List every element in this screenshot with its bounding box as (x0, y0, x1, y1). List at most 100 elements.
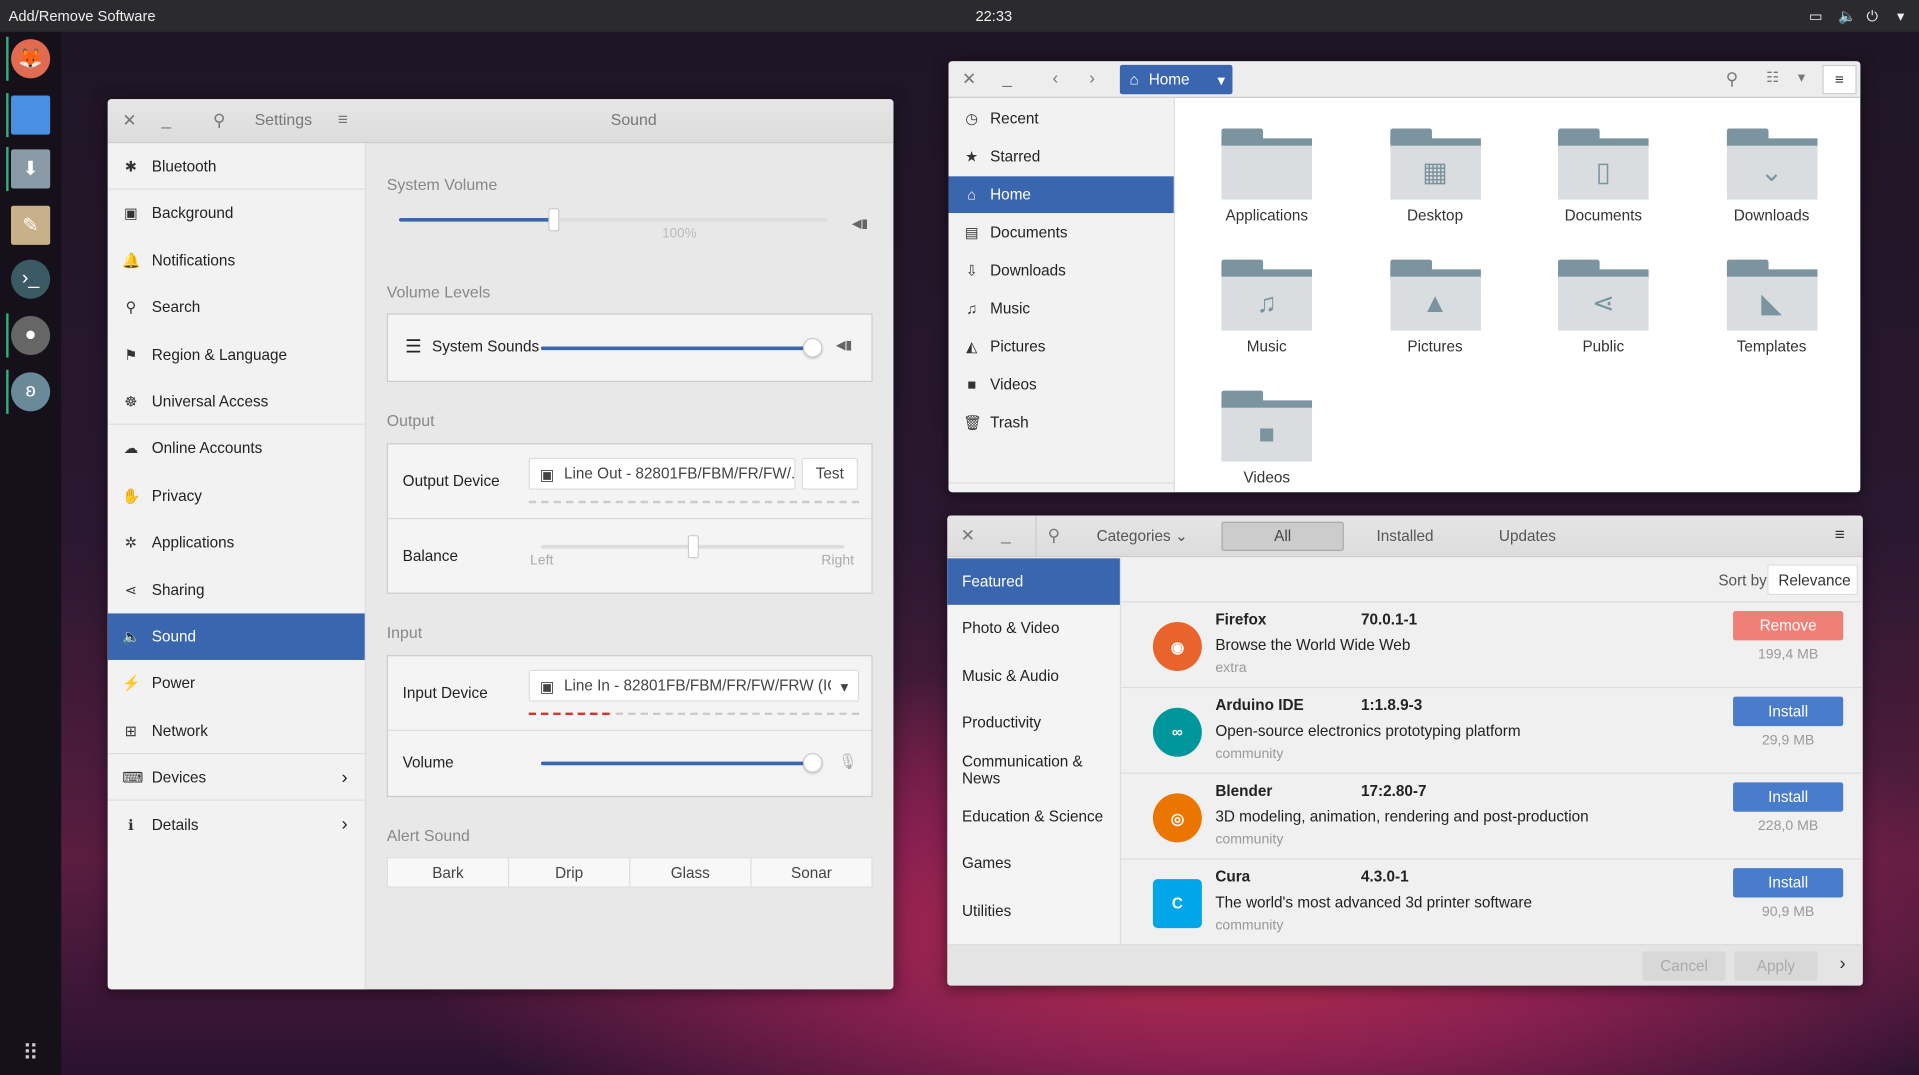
sidebar-item-sound[interactable]: 🔈Sound (108, 613, 365, 660)
list-view-icon[interactable]: ☷ (1766, 69, 1779, 86)
files-sidebar-mjro1812[interactable]: ◉MJRO1812⏏ (949, 490, 1174, 492)
volume-icon[interactable]: 🔈 (1838, 7, 1856, 24)
test-button[interactable]: Test (802, 458, 858, 490)
output-device-dropdown[interactable]: ▣Line Out - 82801FB/FBM/FR/FW/...▾ (529, 458, 796, 490)
minimize-icon[interactable]: _ (162, 109, 172, 129)
sidebar-item-universal-access[interactable]: ☸Universal Access (108, 378, 365, 425)
input-volume-handle[interactable] (803, 753, 823, 773)
files-sidebar-videos[interactable]: ■Videos (949, 366, 1174, 403)
folder-label: Public (1536, 338, 1671, 355)
remove-button[interactable]: Remove (1733, 611, 1843, 640)
install-button[interactable]: Install (1733, 868, 1843, 897)
files-sidebar-music[interactable]: ♫Music (949, 290, 1174, 327)
folder-public[interactable]: ⋖Public (1536, 260, 1671, 356)
files-icon[interactable] (11, 96, 50, 135)
folder-desktop[interactable]: ▦Desktop (1368, 129, 1503, 225)
sidebar-item-network[interactable]: ⊞Network (108, 707, 365, 754)
system-volume-handle[interactable] (548, 208, 559, 231)
input-device-dropdown[interactable]: ▣Line In - 82801FB/FBM/FR/FW/FRW (ICH6 F… (529, 670, 859, 702)
tab-all[interactable]: All (1221, 522, 1343, 551)
folder-videos[interactable]: ■Videos (1199, 391, 1334, 487)
clock[interactable]: 22:33 (975, 7, 1012, 24)
sidebar-item-privacy[interactable]: ✋Privacy (108, 472, 365, 519)
files-sidebar-pictures[interactable]: ◭Pictures (949, 328, 1174, 365)
sidebar-item-region-language[interactable]: ⚑Region & Language (108, 331, 365, 378)
input-volume-slider[interactable] (541, 762, 813, 766)
files-sidebar-recent[interactable]: ◷Recent (949, 100, 1174, 137)
sidebar-item-background[interactable]: ▣Background (108, 190, 365, 237)
search-icon[interactable]: ⚲ (1048, 525, 1061, 546)
files-sidebar-downloads[interactable]: ⇩Downloads (949, 252, 1174, 289)
app-row-blender[interactable]: ◎Blender17:2.80-73D modeling, animation,… (1121, 774, 1863, 860)
screen-icon[interactable]: ▭ (1809, 7, 1823, 24)
sort-dropdown[interactable]: Relevance▾ (1767, 564, 1858, 595)
forward-icon[interactable]: › (1089, 67, 1095, 87)
back-icon[interactable]: ‹ (1053, 67, 1059, 87)
sidebar-item-details[interactable]: ℹDetails› (108, 801, 365, 848)
tab-updates[interactable]: Updates (1466, 522, 1588, 551)
chevron-down-icon[interactable]: ▾ (1897, 7, 1904, 24)
chip-icon: ▣ (540, 676, 554, 694)
sidebar-item-search[interactable]: ⚲Search (108, 284, 365, 331)
category-featured[interactable]: Featured (947, 558, 1120, 605)
desktop-glyph-icon: ▦ (1390, 146, 1481, 200)
alert-sound-bark[interactable]: Bark (388, 858, 508, 886)
app-row-arduino-ide[interactable]: ∞Arduino IDE1:1.8.9-3Open-source electro… (1121, 688, 1863, 774)
close-icon[interactable]: ✕ (961, 525, 975, 546)
location-button[interactable]: ⌂Home▾ (1120, 65, 1233, 94)
folder-documents[interactable]: ▯Documents (1536, 129, 1671, 225)
chevron-down-icon[interactable]: ▾ (1798, 69, 1805, 86)
minimize-icon[interactable]: _ (1001, 524, 1011, 544)
settings-icon[interactable]: ● (11, 316, 50, 355)
files-sidebar-home[interactable]: ⌂Home (949, 176, 1174, 213)
balance-handle[interactable] (688, 535, 699, 558)
menu-button[interactable]: ≡ (1822, 65, 1856, 94)
search-icon[interactable]: ⚲ (213, 110, 226, 131)
text-editor-icon[interactable]: ✎ (11, 206, 50, 245)
minimize-icon[interactable]: _ (1002, 67, 1012, 87)
search-icon[interactable]: ⚲ (1726, 69, 1739, 90)
install-button[interactable]: Install (1733, 782, 1843, 811)
chevron-right-icon[interactable]: › (1840, 954, 1846, 975)
sidebar-item-applications[interactable]: ✲Applications (108, 519, 365, 566)
sidebar-item-notifications[interactable]: 🔔Notifications (108, 237, 365, 284)
alert-sound-drip[interactable]: Drip (508, 858, 629, 886)
software-manager-icon[interactable]: ⬇ (11, 149, 50, 188)
gnome-icon[interactable]: ʚ (11, 372, 50, 411)
system-sounds-slider[interactable] (541, 347, 813, 351)
folder-downloads[interactable]: ⌄Downloads (1704, 129, 1839, 225)
sidebar-item-devices[interactable]: ⌨Devices› (108, 754, 365, 801)
files-sidebar-trash[interactable]: 🗑Trash (949, 404, 1174, 441)
folder-music[interactable]: ♫Music (1199, 260, 1334, 356)
app-grid-icon[interactable]: ⠿ (11, 1033, 50, 1072)
alert-sound-sonar[interactable]: Sonar (750, 858, 871, 886)
tab-installed[interactable]: Installed (1344, 522, 1466, 551)
close-icon[interactable]: ✕ (962, 69, 976, 90)
apply-button[interactable]: Apply (1734, 951, 1817, 980)
folder-pictures[interactable]: ▲Pictures (1368, 260, 1503, 356)
install-button[interactable]: Install (1733, 697, 1843, 726)
sidebar-item-online-accounts[interactable]: ☁Online Accounts (108, 425, 365, 472)
files-sidebar-label: Starred (990, 148, 1040, 165)
system-sounds-handle[interactable] (803, 338, 823, 358)
firefox-icon[interactable]: 🦊 (11, 39, 50, 78)
chevron-right-icon: › (341, 814, 347, 835)
system-volume-slider[interactable] (399, 218, 827, 222)
files-sidebar-documents[interactable]: ▤Documents (949, 214, 1174, 251)
sidebar-item-sharing[interactable]: ⋖Sharing (108, 566, 365, 613)
menu-icon[interactable]: ≡ (338, 109, 348, 129)
power-icon[interactable]: ⏻ (1866, 7, 1878, 25)
sidebar-item-power[interactable]: ⚡Power (108, 660, 365, 707)
sidebar-item-bluetooth[interactable]: ✱Bluetooth (108, 143, 365, 190)
cancel-button[interactable]: Cancel (1642, 951, 1725, 980)
folder-applications[interactable]: Applications (1199, 129, 1334, 225)
menu-icon[interactable]: ≡ (1835, 524, 1845, 544)
files-sidebar-starred[interactable]: ★Starred (949, 138, 1174, 175)
app-row-firefox[interactable]: ◉Firefox70.0.1-1Browse the World Wide We… (1121, 602, 1863, 688)
categories-button[interactable]: Categories ⌄ (1097, 526, 1188, 544)
terminal-icon[interactable]: ›_ (11, 260, 50, 299)
app-row-cura[interactable]: CCura4.3.0-1The world's most advanced 3d… (1121, 860, 1863, 946)
folder-templates[interactable]: ◣Templates (1704, 260, 1839, 356)
close-icon[interactable]: ✕ (122, 110, 136, 131)
alert-sound-glass[interactable]: Glass (629, 858, 750, 886)
